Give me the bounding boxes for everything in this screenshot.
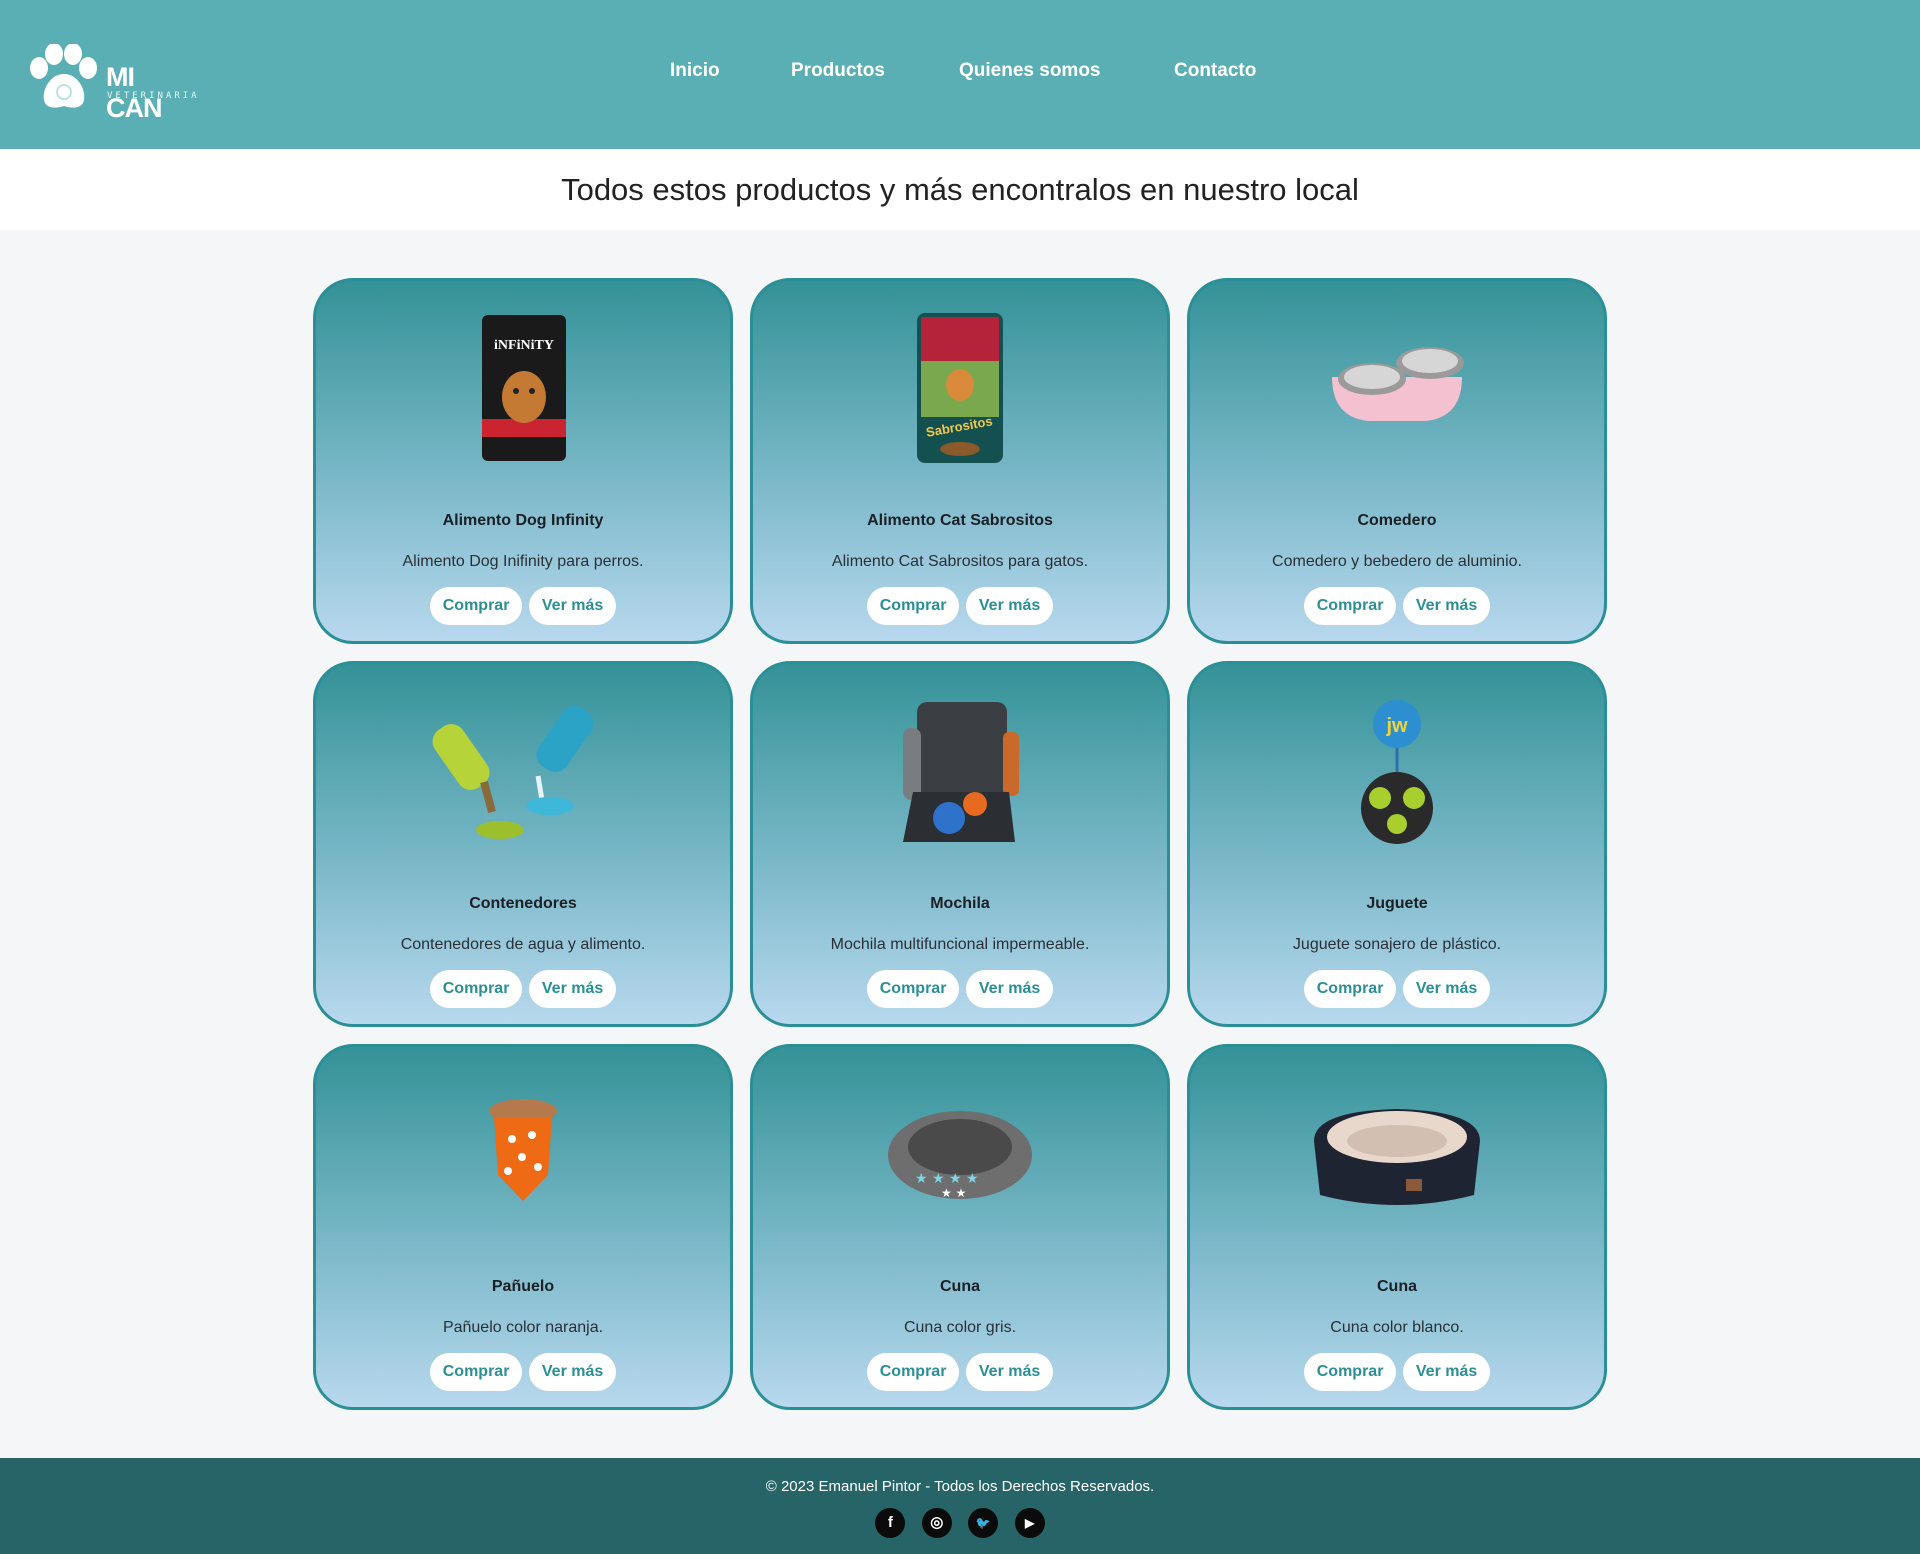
buy-button[interactable]: Comprar [429,970,523,1008]
see-more-button[interactable]: Ver más [965,587,1054,625]
product-description: Juguete sonajero de plástico. [1292,936,1502,953]
backpack-icon [903,702,1019,842]
svg-text:jw: jw [1385,715,1408,737]
product-description: Alimento Dog Inifinity para perros. [402,553,644,570]
pet-bowl-icon [1332,347,1464,421]
product-title: Comedero [1357,512,1437,529]
product-title: Cuna [1377,1278,1417,1295]
see-more-button[interactable]: Ver más [965,970,1054,1008]
product-title: Cuna [940,1278,980,1295]
site-footer: © 2023 Emanuel Pintor - Todos los Derech… [0,1458,1920,1554]
banner: Todos estos productos y más encontralos … [0,149,1920,230]
product-card: iNFiNiTY Alimento Dog Infinity Alimento … [313,278,733,644]
see-more-button[interactable]: Ver más [528,587,617,625]
buy-button[interactable]: Comprar [429,587,523,625]
product-title: Alimento Cat Sabrositos [867,512,1053,529]
buy-button[interactable]: Comprar [866,587,960,625]
youtube-icon[interactable]: ▶ [1014,1508,1045,1538]
buy-button[interactable]: Comprar [429,1353,523,1391]
toy-ball-icon: jw [1361,700,1433,844]
instagram-icon[interactable]: ◎ [921,1508,952,1538]
product-description: Alimento Cat Sabrositos para gatos. [831,553,1089,570]
social-links: f ◎ 🐦 ▶ [0,1508,1920,1538]
buy-button[interactable]: Comprar [866,970,960,1008]
product-card: Contenedores Contenedores de agua y alim… [313,661,733,1027]
twitter-icon[interactable]: 🐦 [968,1508,999,1538]
see-more-button[interactable]: Ver más [528,1353,617,1391]
see-more-button[interactable]: Ver más [1402,587,1491,625]
cat-food-bag-icon: Sabrositos [917,313,1003,463]
see-more-button[interactable]: Ver más [1402,970,1491,1008]
facebook-icon[interactable]: f [875,1508,906,1538]
buy-button[interactable]: Comprar [1303,1353,1397,1391]
product-card: ★ ★ ★ ★ ★ ★ Cuna Cuna color gris. Compra… [750,1044,1170,1410]
site-header: MI CAN VETERINARIA Inicio Productos Quie… [0,0,1920,149]
dog-food-bag-icon: iNFiNiTY [482,315,566,461]
paw-icon [30,43,97,108]
buy-button[interactable]: Comprar [1303,970,1397,1008]
buy-button[interactable]: Comprar [1303,587,1397,625]
brand-subtitle: VETERINARIA [107,91,200,101]
gray-bed-icon: ★ ★ ★ ★ ★ ★ [888,1111,1032,1200]
product-title: Juguete [1366,895,1428,912]
svg-text:★ ★ ★ ★: ★ ★ ★ ★ [915,1171,979,1187]
product-card: Mochila Mochila multifuncional impermeab… [750,661,1170,1027]
product-description: Cuna color blanco. [1330,1319,1464,1336]
containers-icon [432,706,594,839]
product-card: Sabrositos Alimento Cat Sabrositos Alime… [750,278,1170,644]
nav-item-inicio[interactable]: Inicio [670,60,720,82]
svg-text:★ ★: ★ ★ [941,1186,966,1200]
nav-item-contacto[interactable]: Contacto [1174,60,1256,82]
see-more-button[interactable]: Ver más [1402,1353,1491,1391]
product-description: Pañuelo color naranja. [442,1319,604,1336]
page-title: Todos estos productos y más encontralos … [561,172,1359,207]
copyright-text: © 2023 Emanuel Pintor - Todos los Derech… [765,1478,1155,1495]
product-description: Cuna color gris. [903,1319,1017,1336]
product-description: Comedero y bebedero de aluminio. [1272,553,1522,570]
product-card: jw Juguete Juguete sonajero de plástico.… [1187,661,1607,1027]
see-more-button[interactable]: Ver más [965,1353,1054,1391]
product-card: Cuna Cuna color blanco. Comprar Ver más [1187,1044,1607,1410]
product-card: Comedero Comedero y bebedero de aluminio… [1187,278,1607,644]
nav-item-productos[interactable]: Productos [791,60,885,82]
product-title: Contenedores [469,895,577,912]
nav-item-quienes-somos[interactable]: Quienes somos [959,60,1101,82]
buy-button[interactable]: Comprar [866,1353,960,1391]
bandana-icon [489,1099,557,1201]
product-title: Pañuelo [491,1278,555,1295]
logo[interactable]: MI CAN VETERINARIA [26,43,197,123]
product-card: Pañuelo Pañuelo color naranja. Comprar V… [313,1044,733,1410]
svg-text:iNFiNiTY: iNFiNiTY [494,338,554,353]
product-description: Contenedores de agua y alimento. [400,936,646,953]
product-title: Mochila [930,895,990,912]
see-more-button[interactable]: Ver más [528,970,617,1008]
product-description: Mochila multifuncional impermeable. [830,936,1090,953]
product-title: Alimento Dog Infinity [442,512,604,529]
dark-bed-icon [1314,1109,1480,1205]
